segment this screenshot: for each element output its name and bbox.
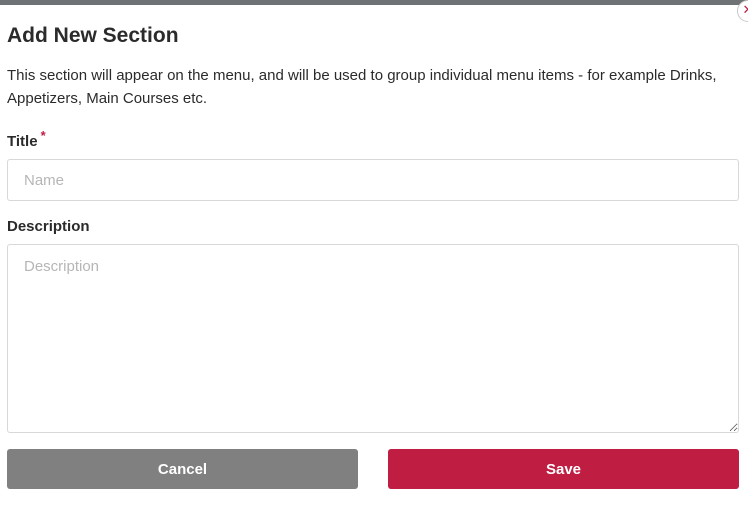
cancel-button[interactable]: Cancel: [7, 449, 358, 489]
title-label: Title *: [7, 128, 46, 150]
dialog-description-text: This section will appear on the menu, an…: [7, 67, 717, 107]
dialog-top-bar: [0, 0, 748, 5]
close-icon: ✕: [743, 2, 748, 17]
close-button[interactable]: ✕: [737, 0, 748, 22]
required-asterisk: *: [40, 128, 46, 143]
title-input[interactable]: [7, 159, 739, 201]
dialog-title: Add New Section: [7, 24, 179, 47]
description-textarea[interactable]: [7, 244, 739, 433]
title-label-text: Title: [7, 133, 38, 150]
description-label: Description: [7, 218, 90, 235]
save-button[interactable]: Save: [388, 449, 739, 489]
